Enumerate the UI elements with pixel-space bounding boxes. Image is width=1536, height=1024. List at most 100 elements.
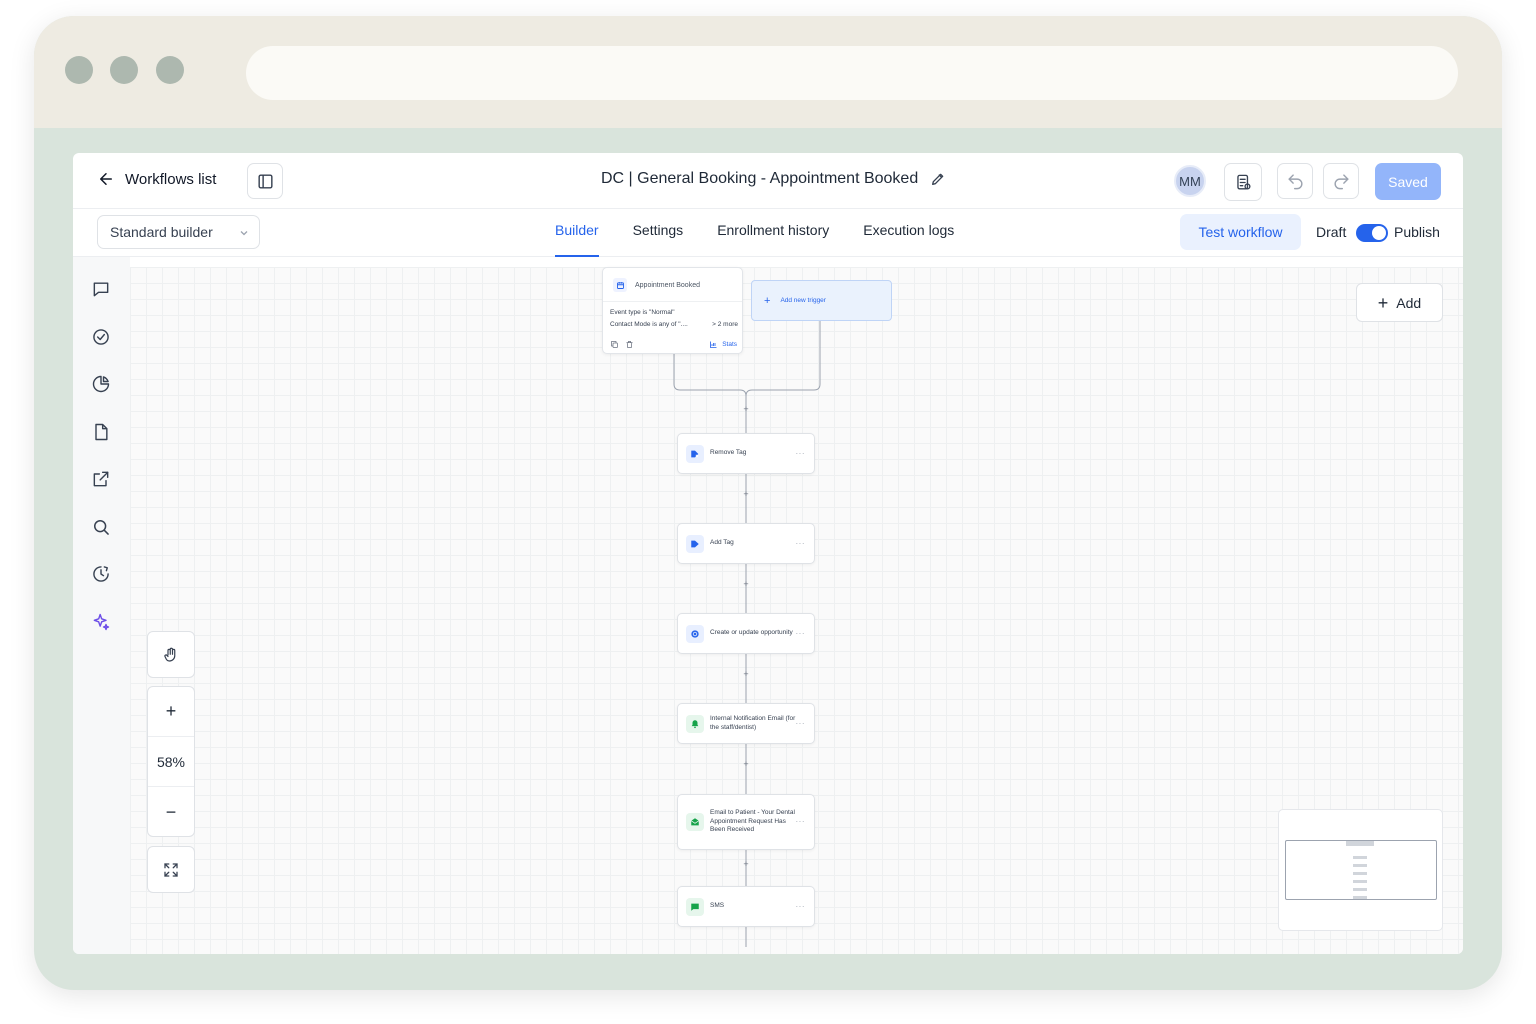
zoom-level: 58%	[148, 737, 194, 787]
more-options-icon[interactable]: ···	[796, 902, 806, 911]
action-node-create-opportunity[interactable]: Create or update opportunity ···	[677, 613, 815, 654]
fit-view-button[interactable]	[147, 846, 195, 893]
pan-tool-button[interactable]	[147, 631, 195, 678]
file-icon[interactable]	[91, 422, 111, 442]
tag-remove-icon	[686, 444, 704, 463]
bell-icon	[686, 714, 704, 733]
copy-icon[interactable]	[610, 340, 619, 349]
window-dot	[156, 56, 184, 84]
trigger-filter-text: Contact Mode is any of "....	[610, 321, 688, 328]
sparkles-icon[interactable]	[91, 612, 111, 632]
action-node-remove-tag[interactable]: Remove Tag ···	[677, 433, 815, 474]
redo-button[interactable]	[1323, 163, 1359, 199]
hand-icon	[164, 647, 176, 662]
external-link-icon[interactable]	[91, 469, 111, 489]
workflow-app: Workflows list DC | General Booking - Ap…	[73, 153, 1463, 954]
draft-label: Draft	[1316, 224, 1347, 240]
chat-icon[interactable]	[91, 279, 111, 299]
search-icon[interactable]	[91, 517, 111, 537]
chevron-down-icon	[240, 231, 248, 236]
minimap-node	[1353, 888, 1367, 891]
pencil-icon[interactable]	[930, 171, 946, 187]
action-label: SMS	[710, 902, 725, 910]
back-label: Workflows list	[125, 170, 217, 188]
back-to-workflows-link[interactable]: Workflows list	[97, 170, 216, 188]
minimap-node	[1353, 880, 1367, 883]
target-icon	[686, 624, 704, 643]
trigger-footer: Stats	[610, 340, 737, 349]
action-node-email-patient[interactable]: Email to Patient - Your Dental Appointme…	[677, 794, 815, 850]
minimap[interactable]	[1278, 809, 1443, 931]
minimap-viewport[interactable]	[1285, 840, 1437, 900]
browser-chrome	[34, 16, 1502, 128]
workflow-title-text: DC | General Booking - Appointment Booke…	[601, 170, 919, 187]
document-check-icon	[1236, 174, 1251, 190]
redo-icon	[1334, 173, 1349, 189]
add-button[interactable]: + Add	[1356, 283, 1443, 322]
more-options-icon[interactable]: ···	[796, 539, 806, 548]
action-node-add-tag[interactable]: Add Tag ···	[677, 523, 815, 564]
plus-icon: +	[764, 294, 771, 307]
tab-enrollment-history[interactable]: Enrollment history	[700, 209, 846, 257]
add-new-trigger-button[interactable]: + Add new trigger	[751, 280, 892, 321]
action-label: Remove Tag	[710, 449, 747, 457]
more-options-icon[interactable]: ···	[796, 629, 806, 638]
notes-button[interactable]	[1224, 163, 1262, 201]
history-icon[interactable]	[91, 564, 111, 584]
zoom-controls: + 58% −	[147, 686, 195, 837]
builder-select[interactable]: Standard builder	[97, 215, 260, 249]
builder-select-value: Standard builder	[110, 224, 213, 240]
zoom-out-button[interactable]: −	[148, 787, 194, 837]
insert-step-plus[interactable]: +	[741, 759, 751, 769]
tab-settings[interactable]: Settings	[616, 209, 701, 257]
mail-icon	[686, 813, 704, 831]
undo-icon	[1287, 173, 1302, 189]
minimap-node	[1353, 864, 1367, 867]
stats-link[interactable]: Stats	[709, 340, 737, 349]
pie-chart-icon[interactable]	[91, 374, 111, 394]
trash-icon[interactable]	[625, 340, 634, 349]
action-label: Email to Patient - Your Dental Appointme…	[710, 809, 795, 834]
more-options-icon[interactable]: ···	[796, 817, 806, 826]
insert-step-plus[interactable]: +	[741, 404, 751, 414]
zoom-in-button[interactable]: +	[148, 687, 194, 737]
more-options-icon[interactable]: ···	[796, 719, 806, 728]
saved-button[interactable]: Saved	[1375, 163, 1441, 200]
action-node-internal-notification[interactable]: Internal Notification Email (for the sta…	[677, 703, 815, 744]
expand-icon	[164, 862, 178, 877]
tag-icon	[686, 534, 704, 553]
window-dot	[110, 56, 138, 84]
check-circle-icon[interactable]	[91, 327, 111, 347]
stats-label: Stats	[722, 341, 737, 348]
workflow-title: DC | General Booking - Appointment Booke…	[601, 170, 946, 188]
divider	[603, 301, 742, 302]
insert-step-plus[interactable]: +	[741, 859, 751, 869]
tab-bar: Builder Settings Enrollment history Exec…	[555, 209, 971, 257]
toggle-panel-button[interactable]	[247, 163, 283, 199]
sub-bar: Standard builder Builder Settings Enroll…	[73, 209, 1463, 257]
undo-button[interactable]	[1277, 163, 1313, 199]
workflow-canvas[interactable]: Appointment Booked Event type is "Normal…	[130, 267, 1463, 954]
trigger-more[interactable]: > 2 more	[712, 321, 738, 328]
action-node-sms[interactable]: SMS ···	[677, 886, 815, 927]
left-sidebar	[73, 257, 130, 954]
avatar[interactable]: MM	[1174, 165, 1206, 197]
trigger-filter: Event type is "Normal"	[610, 309, 675, 316]
publish-label: Publish	[1394, 224, 1440, 240]
address-bar[interactable]	[246, 46, 1458, 100]
tab-builder[interactable]: Builder	[555, 209, 616, 257]
insert-step-plus[interactable]: +	[741, 669, 751, 679]
plus-icon: +	[1377, 292, 1389, 313]
trigger-card[interactable]: Appointment Booked Event type is "Normal…	[602, 267, 743, 354]
insert-step-plus[interactable]: +	[741, 489, 751, 499]
test-workflow-button[interactable]: Test workflow	[1180, 214, 1301, 250]
sidebar-panel-icon	[257, 173, 273, 189]
trigger-filter: Contact Mode is any of ".... > 2 more	[610, 321, 738, 328]
insert-step-plus[interactable]: +	[741, 579, 751, 589]
action-label: Create or update opportunity	[710, 629, 793, 637]
publish-toggle[interactable]	[1356, 224, 1388, 242]
tab-execution-logs[interactable]: Execution logs	[846, 209, 971, 257]
minimap-node	[1353, 896, 1367, 899]
more-options-icon[interactable]: ···	[796, 449, 806, 458]
calendar-icon	[613, 278, 627, 292]
